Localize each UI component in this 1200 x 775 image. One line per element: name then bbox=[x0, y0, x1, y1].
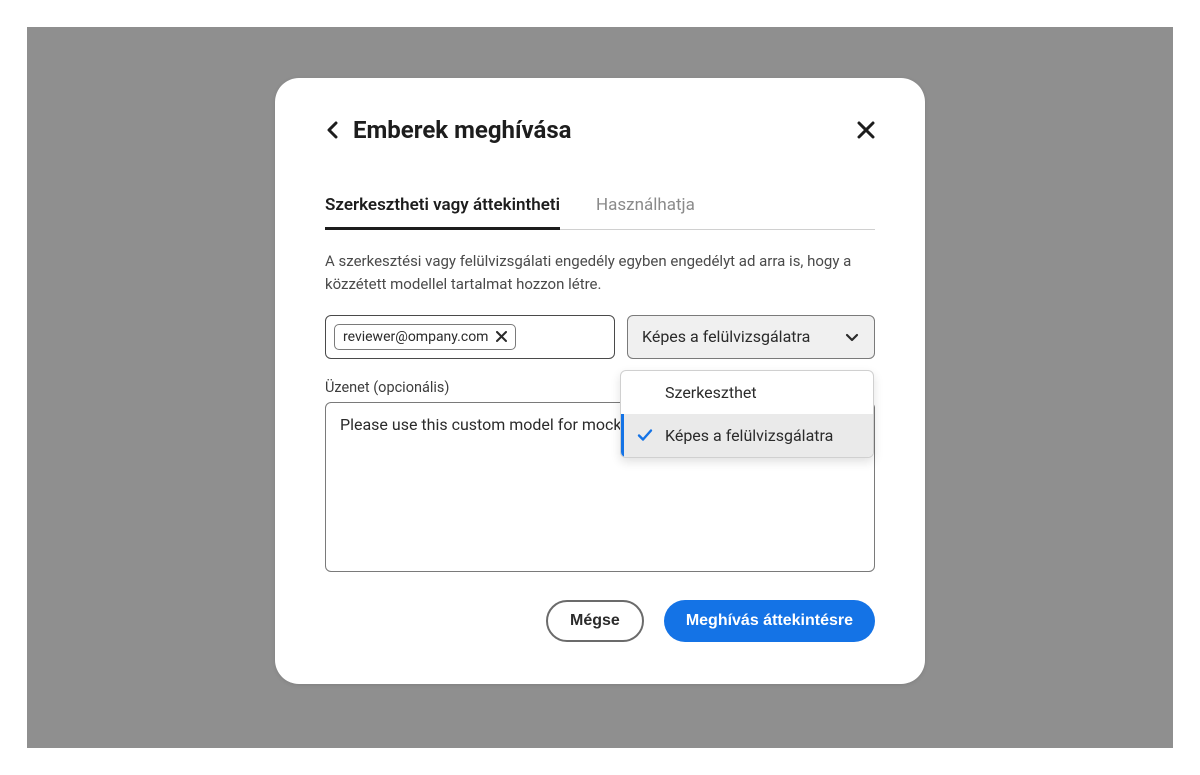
permission-select-value: Képes a felülvizsgálatra bbox=[642, 327, 810, 346]
permission-dropdown: Szerkeszthet Képes a felülvizsgálatra bbox=[620, 370, 874, 458]
check-icon bbox=[637, 427, 665, 443]
invitee-chip: reviewer@ompany.com bbox=[334, 324, 516, 350]
invite-modal: Emberek meghívása Szerkesztheti vagy átt… bbox=[275, 78, 925, 684]
header-left: Emberek meghívása bbox=[325, 116, 572, 144]
app-frame: Emberek meghívása Szerkesztheti vagy átt… bbox=[0, 0, 1200, 775]
permission-select[interactable]: Képes a felülvizsgálatra Szerkeszthet bbox=[627, 315, 875, 359]
remove-chip-icon[interactable] bbox=[496, 331, 507, 342]
permission-option-can-edit[interactable]: Szerkeszthet bbox=[621, 371, 873, 414]
permission-option-label: Szerkeszthet bbox=[665, 383, 757, 402]
tab-edit-or-review[interactable]: Szerkesztheti vagy áttekintheti bbox=[325, 195, 560, 230]
backdrop: Emberek meghívása Szerkesztheti vagy átt… bbox=[27, 27, 1173, 748]
tab-can-use[interactable]: Használhatja bbox=[596, 195, 695, 230]
close-icon[interactable] bbox=[857, 121, 875, 139]
chevron-down-icon bbox=[844, 329, 860, 345]
modal-title: Emberek meghívása bbox=[353, 116, 572, 144]
invitee-email-field[interactable]: reviewer@ompany.com bbox=[325, 315, 615, 359]
permission-option-can-review[interactable]: Képes a felülvizsgálatra bbox=[621, 414, 873, 457]
invite-row: reviewer@ompany.com Képes a felülvizsgál… bbox=[325, 315, 875, 359]
tabs: Szerkesztheti vagy áttekintheti Használh… bbox=[325, 194, 875, 230]
permission-option-label: Képes a felülvizsgálatra bbox=[665, 426, 833, 445]
helper-text: A szerkesztési vagy felülvizsgálati enge… bbox=[325, 250, 875, 297]
invitee-chip-email: reviewer@ompany.com bbox=[343, 329, 488, 345]
cancel-button[interactable]: Mégse bbox=[546, 600, 644, 642]
invite-button[interactable]: Meghívás áttekintésre bbox=[664, 600, 875, 642]
back-icon[interactable] bbox=[325, 120, 341, 140]
modal-footer: Mégse Meghívás áttekintésre bbox=[325, 600, 875, 642]
modal-header: Emberek meghívása bbox=[325, 116, 875, 144]
